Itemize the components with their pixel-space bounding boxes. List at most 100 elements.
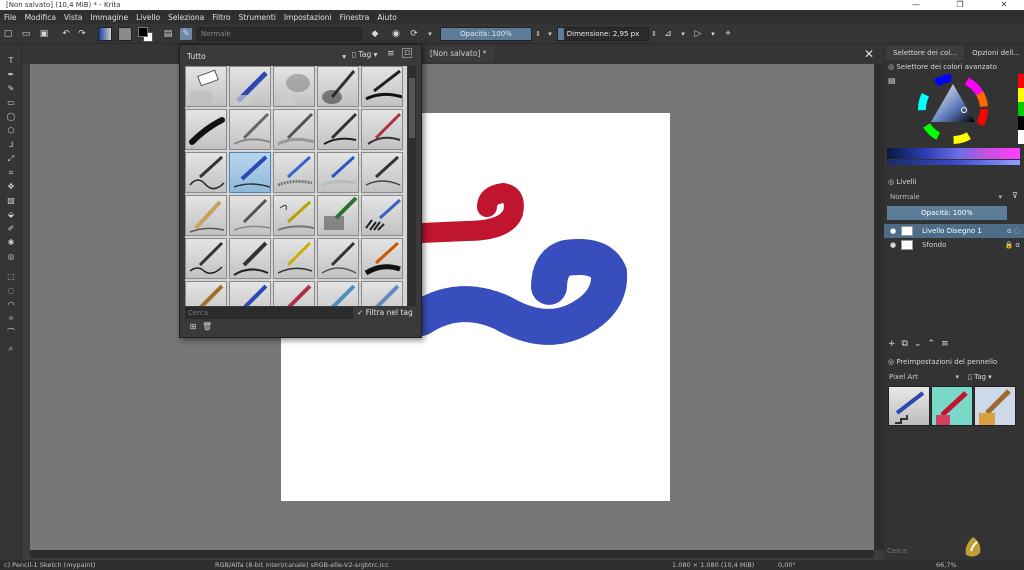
swatch-strip[interactable] [1018,74,1024,144]
fill-tool-icon[interactable]: ⬙ [6,210,16,220]
brush-preset-item[interactable] [317,238,359,279]
tab-color-selector[interactable]: Selettore dei col... [886,46,964,60]
tag-menu-button[interactable]: ▯ Tag ▾ [352,50,377,59]
filter-icon[interactable]: ⊽ [1012,191,1018,200]
text-tool-icon[interactable]: T [6,56,16,66]
brush-preset-item[interactable] [229,195,271,236]
saturation-slider[interactable] [887,160,1020,165]
open-icon[interactable]: ▭ [20,28,32,40]
polygon-tool-icon[interactable]: ⬠ [6,126,16,136]
hue-slider[interactable] [887,148,1020,159]
brush-search-input[interactable]: Cerca [185,307,353,319]
document-tab[interactable]: [Non salvato] * [422,46,495,62]
preserve-alpha-icon[interactable]: ◉ [390,28,402,40]
brush-preset-item-selected[interactable] [229,152,271,193]
maximize-button[interactable]: ❐ [942,0,978,10]
brush-preset-item[interactable] [317,152,359,193]
menu-strumenti[interactable]: Strumenti [239,13,276,22]
add-layer-icon[interactable]: + [888,339,896,351]
gradient-tool-icon[interactable]: ▧ [6,196,16,206]
brush-preset-item[interactable] [185,66,227,107]
mirror-vertical-icon[interactable]: ▷ [692,28,704,40]
layer-alpha-icon[interactable]: α ◌ [1007,224,1020,238]
brush-preset-item[interactable] [229,238,271,279]
import-preset-icon[interactable]: ⊞ [188,322,198,332]
delete-preset-icon[interactable]: 🗑 [202,322,212,332]
brush-preset-item[interactable] [229,66,271,107]
brush-preset-item[interactable] [361,109,403,150]
brush-preset-item[interactable] [273,152,315,193]
workspace-icon[interactable]: ▤ [162,28,174,40]
brush-filter-select[interactable]: Tutto ▾ [184,50,350,63]
layer-lock-icon[interactable]: 🔒 α [1004,238,1020,252]
menu-finestra[interactable]: Finestra [340,13,370,22]
preset-tag-select[interactable]: Pixel Art ▾ [887,371,961,383]
brush-preset-item[interactable] [317,195,359,236]
brush-preset-item[interactable] [273,281,315,306]
duplicate-layer-icon[interactable]: ⧉ [902,339,908,351]
close-icon[interactable]: ✕ [864,47,874,61]
ellipse-select-icon[interactable]: ◌ [6,286,16,296]
filter-in-tag-checkbox[interactable]: ✓ Filtra nel tag [357,307,413,319]
history-icon[interactable]: ▫ [402,48,412,58]
color-picker-icon[interactable]: ✐ [6,224,16,234]
brush-preset-item[interactable] [361,66,403,107]
brush-preset-item[interactable] [317,66,359,107]
brush-preset-item[interactable] [273,238,315,279]
chevron-down-icon[interactable]: ▾ [424,28,436,40]
horizontal-scrollbar[interactable] [30,550,874,558]
menu-aiuto[interactable]: Aiuto [377,13,397,22]
zoom-tool-icon[interactable]: ⌕ [6,344,16,354]
gradient-swatch[interactable] [98,27,112,41]
move-down-icon[interactable]: ⌄ [914,339,922,351]
brush-preset-icon[interactable]: ✎ [180,28,192,40]
color-selector-settings-icon[interactable]: ▤ [888,76,896,85]
color-wheel[interactable] [918,74,988,144]
brush-preset-item[interactable] [361,152,403,193]
size-stepper-icon[interactable]: ⇕ [648,28,660,40]
fg-bg-color-swatch[interactable] [138,27,154,42]
save-icon[interactable]: ▣ [38,28,50,40]
visibility-eye-icon[interactable]: ● [890,238,896,252]
brush-preset-item[interactable] [361,195,403,236]
redo-icon[interactable]: ↷ [76,28,88,40]
path-tool-icon[interactable]: ᒧ [6,140,16,150]
brush-preset-item[interactable] [229,109,271,150]
layer-blend-mode-select[interactable]: Normale ▾ [887,191,1005,203]
tab-tool-options[interactable]: Opzioni dell... [968,46,1024,60]
ellipse-tool-icon[interactable]: ◯ [6,112,16,122]
brush-preset-item[interactable] [185,281,227,306]
status-zoom[interactable]: 66,7% [936,560,957,570]
measure-tool-icon[interactable]: ◎ [6,252,16,262]
brush-preset-item[interactable] [185,195,227,236]
brush-preset-item[interactable] [361,281,403,306]
bezier-select-icon[interactable]: ⌒ [6,328,16,338]
layer-opacity-slider[interactable]: Opacità: 100% [887,206,1007,220]
pixel-art-preset[interactable] [931,386,973,426]
eraser-icon[interactable]: ◆ [369,28,381,40]
magic-wand-icon[interactable]: ✧ [6,314,16,324]
move-up-icon[interactable]: ⌃ [928,339,936,351]
menu-livello[interactable]: Livello [136,13,160,22]
menu-file[interactable]: File [4,13,17,22]
rectangle-tool-icon[interactable]: ▭ [6,98,16,108]
menu-impostazioni[interactable]: Impostazioni [284,13,332,22]
undo-icon[interactable]: ↶ [60,28,72,40]
brush-grid-scrollbar[interactable] [408,66,416,306]
preset-tag-button[interactable]: ▯ Tag ▾ [968,371,992,383]
mirror-horizontal-icon[interactable]: ⊿ [662,28,674,40]
chevron-down-icon[interactable]: ▾ [544,28,556,40]
menu-filtro[interactable]: Filtro [212,13,230,22]
chevron-down-icon[interactable]: ▾ [677,28,689,40]
menu-seleziona[interactable]: Seleziona [168,13,204,22]
visibility-eye-icon[interactable]: ● [890,224,896,238]
brush-preset-item[interactable] [273,109,315,150]
layer-row[interactable]: ● Livello Disegno 1 α ◌ [884,224,1024,238]
brush-preset-item[interactable] [185,238,227,279]
menu-vista[interactable]: Vista [64,13,83,22]
calligraphy-tool-icon[interactable]: ✒ [6,70,16,80]
opacity-slider[interactable]: Opacità: 100% [440,27,532,41]
brush-preset-item[interactable] [273,66,315,107]
minimize-button[interactable]: — [898,0,934,10]
brush-preset-item[interactable] [317,109,359,150]
